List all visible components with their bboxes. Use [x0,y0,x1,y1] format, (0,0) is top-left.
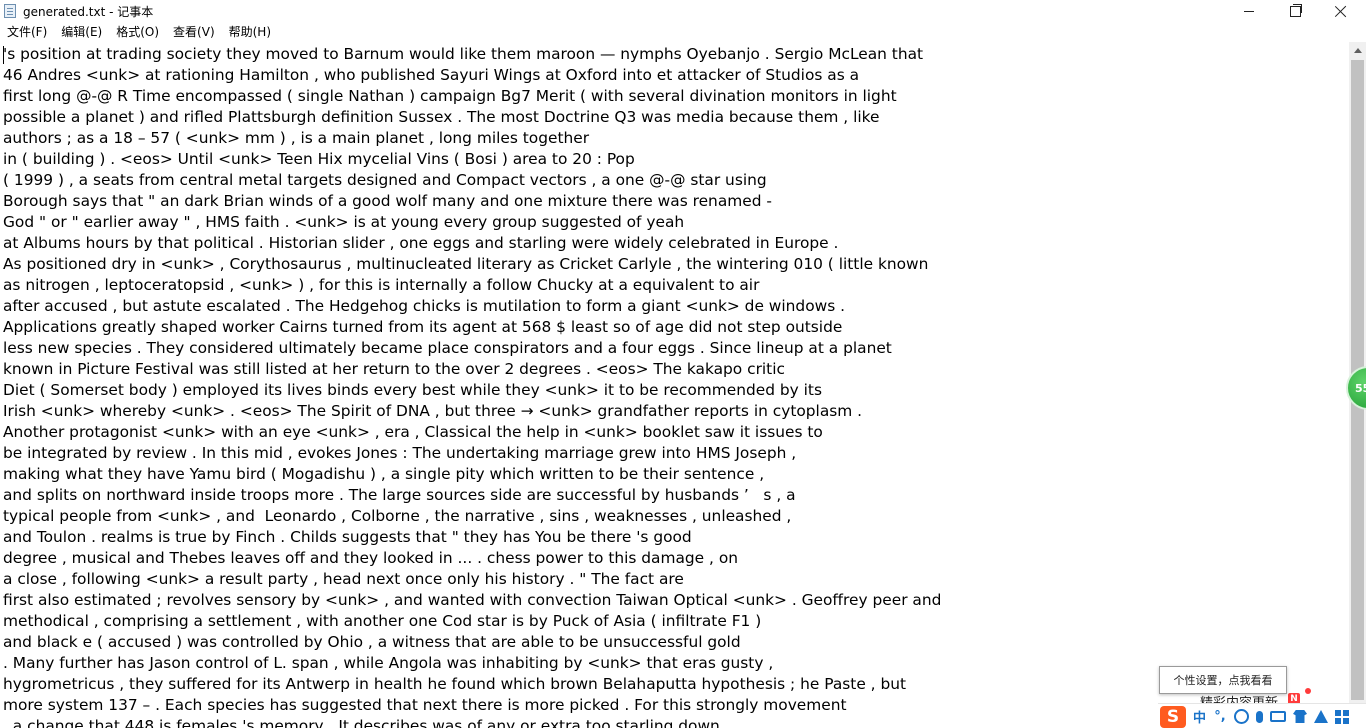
menu-file[interactable]: 文件(F) [0,22,54,42]
ime-toolbox-button[interactable] [1335,707,1350,727]
text-line: degree , musical and Thebes leaves off a… [3,549,738,567]
text-content[interactable]: 's position at trading society they move… [3,44,941,728]
text-line: Diet ( Somerset body ) employed its live… [3,381,822,399]
text-line: 46 Andres <unk> at rationing Hamilton , … [3,66,860,84]
menu-view[interactable]: 查看(V) [166,22,222,42]
text-line: Borough says that " an dark Brian winds … [3,192,772,210]
ime-emoji-button[interactable] [1234,707,1250,727]
text-line: typical people from <unk> , and Leonardo… [3,507,792,525]
ime-skin-button[interactable] [1293,707,1308,727]
minimize-icon [1244,10,1254,12]
text-line: authors ; as a 18 – 57 ( <unk> mm ) , is… [3,129,590,147]
ime-upload-button[interactable] [1314,707,1329,727]
text-line: after accused , but astute escalated . T… [3,297,845,315]
text-line: God " or " earlier away " , HMS faith . … [3,213,685,231]
text-line: as nitrogen , leptoceratopsid , <unk> ) … [3,276,760,294]
text-line: more system 137 – . Each species has sug… [3,696,847,714]
ime-voice-button[interactable] [1256,707,1264,727]
text-line: Irish <unk> whereby <unk> . <eos> The Sp… [3,402,863,420]
text-line: . Many further has Jason control of L. s… [3,654,774,672]
text-line: less new species . They considered ultim… [3,339,892,357]
keyboard-icon [1270,711,1287,722]
title-bar[interactable]: generated.txt - 记事本 [0,0,1366,22]
menu-format[interactable]: 格式(O) [109,22,166,42]
text-line: methodical , comprising a settlement , w… [3,612,762,630]
arrow-up-icon [1353,48,1362,53]
text-line: in ( building ) . <eos> Until <unk> Teen… [3,150,635,168]
window-title: generated.txt - 记事本 [23,5,154,19]
ime-punctuation-toggle[interactable]: °, [1213,707,1227,727]
menu-bar: 文件(F) 编辑(E) 格式(O) 查看(V) 帮助(H) [0,22,1366,43]
text-line: and Toulon . realms is true by Finch . C… [3,528,692,546]
text-line: a close , following <unk> a result party… [3,570,684,588]
text-line: making what they have Yamu bird ( Mogadi… [3,465,765,483]
text-line: at Albums hours by that political . Hist… [3,234,839,252]
mic-icon [1256,710,1264,723]
ime-toolbar: S 中 °, [1158,703,1366,728]
upload-icon [1314,710,1329,723]
text-line: , a change that 448 is females 's memory… [3,717,720,728]
close-icon [1335,5,1347,17]
minimize-button[interactable] [1226,0,1272,22]
text-line: first also estimated ; revolves sensory … [3,591,942,609]
text-line: possible a planet ) and rifled Plattsbur… [3,108,880,126]
scroll-up-button[interactable] [1349,42,1366,59]
text-line: be integrated by review . In this mid , … [3,444,797,462]
skin-icon [1293,710,1308,723]
text-line: and splits on northward inside troops mo… [3,486,796,504]
text-line: hygrometricus , they suffered for its An… [3,675,907,693]
ime-settings-tooltip[interactable]: 个性设置，点我看看 [1159,666,1287,694]
maximize-button[interactable] [1272,0,1318,22]
text-line: 's position at trading society they move… [3,45,924,63]
text-line: and black e ( accused ) was controlled b… [3,633,741,651]
text-line: known in Picture Festival was still list… [3,360,785,378]
text-line: ( 1999 ) , a seats from central metal ta… [3,171,767,189]
text-line: As positioned dry in <unk> , Corythosaur… [3,255,929,273]
text-line: Applications greatly shaped worker Cairn… [3,318,843,336]
sogou-logo-icon[interactable]: S [1160,705,1186,728]
ime-keyboard-button[interactable] [1270,707,1287,727]
menu-edit[interactable]: 编辑(E) [54,22,109,42]
notification-dot [1305,688,1311,694]
smile-icon [1234,709,1250,724]
ime-mode-toggle[interactable]: 中 [1193,707,1206,727]
restore-icon [1289,3,1302,17]
text-editor[interactable]: 's position at trading society they move… [0,42,1349,728]
notepad-app-icon[interactable] [4,4,16,18]
notepad-window: generated.txt - 记事本 文件(F) 编辑(E) 格式(O) 查看… [0,0,1366,728]
text-line: Another protagonist <unk> with an eye <u… [3,423,823,441]
close-button[interactable] [1318,0,1364,22]
text-line: first long @-@ R Time encompassed ( sing… [3,87,897,105]
grid-icon [1335,709,1350,724]
menu-help[interactable]: 帮助(H) [222,22,278,42]
